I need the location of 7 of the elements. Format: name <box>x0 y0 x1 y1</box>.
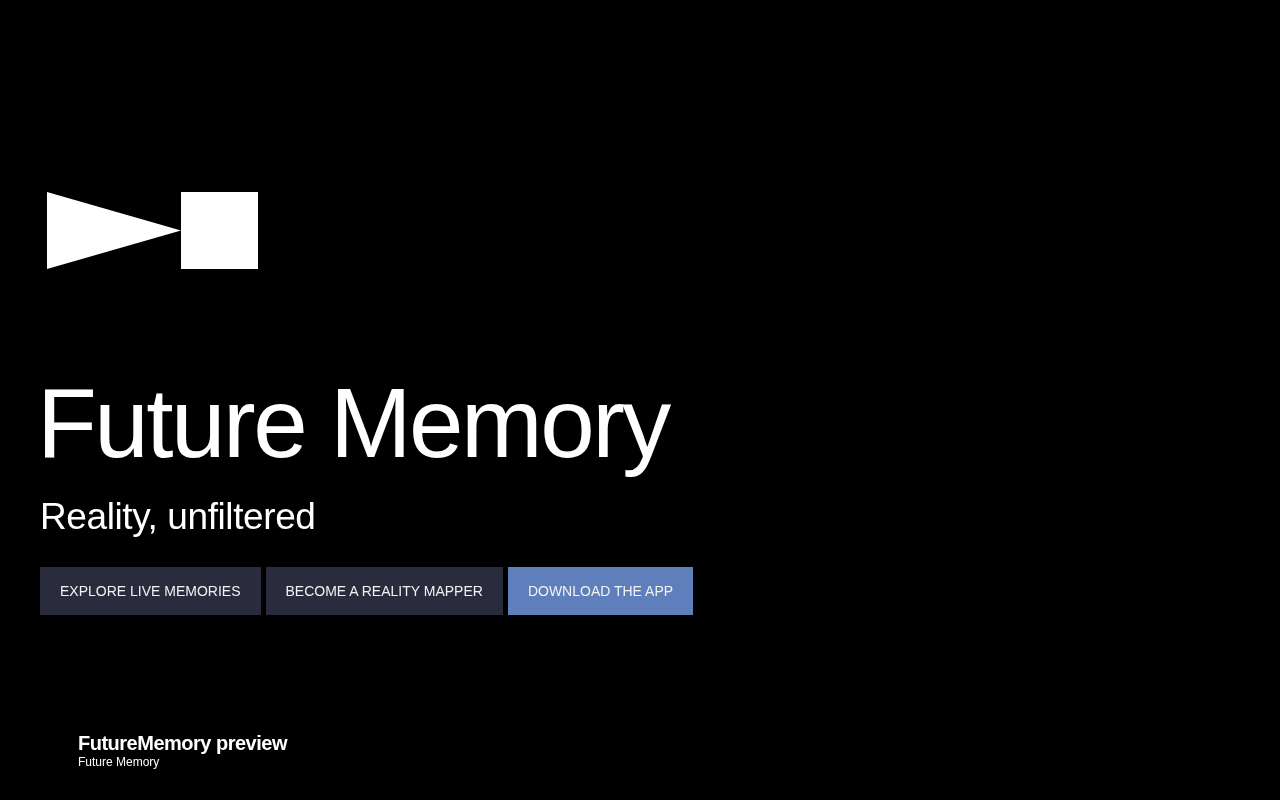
download-button[interactable]: DOWNLOAD THE APP <box>507 567 694 615</box>
hero-tagline: Reality, unfiltered <box>40 495 316 539</box>
logo-icon <box>47 192 258 269</box>
action-button[interactable]: EXPLORE LIVE MEMORIES <box>40 567 261 615</box>
preview-title: FutureMemory preview <box>78 732 287 754</box>
action-button[interactable]: BECOME A REALITY MAPPER <box>265 567 503 615</box>
preview-subtitle: Future Memory <box>78 754 160 770</box>
